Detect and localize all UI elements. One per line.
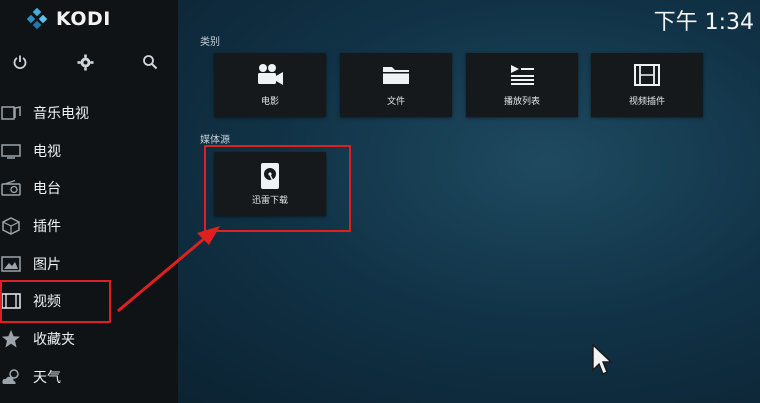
annotation-arrow (117, 226, 220, 313)
mouse-cursor-icon (592, 343, 613, 380)
